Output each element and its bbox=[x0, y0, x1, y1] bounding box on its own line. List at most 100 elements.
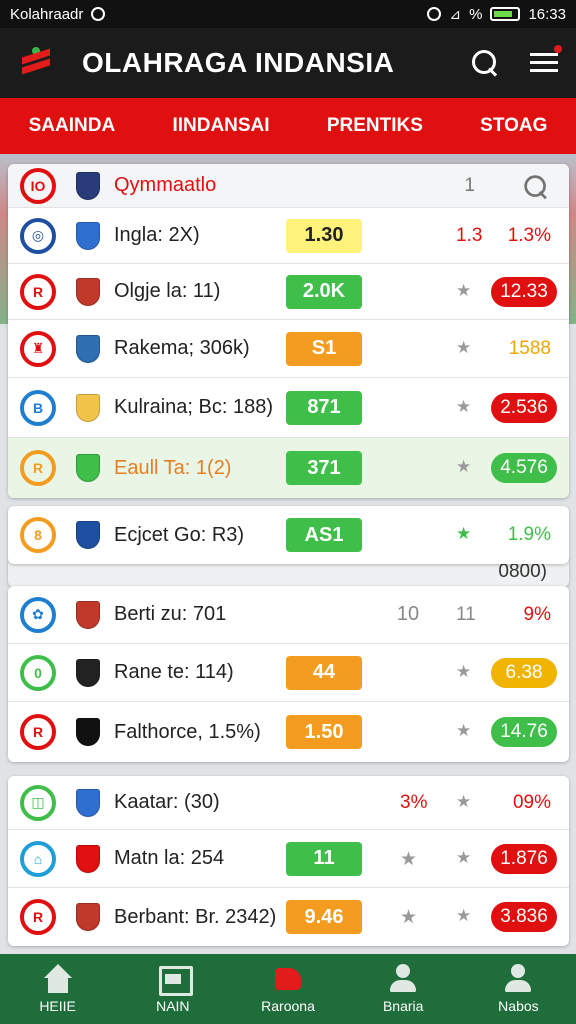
odds-button[interactable]: AS1 bbox=[286, 518, 362, 552]
percentage-value: 4.576 bbox=[491, 453, 557, 483]
club-crest-icon bbox=[76, 171, 100, 200]
team-badge-icon: IO bbox=[20, 167, 56, 204]
odds-button[interactable]: 10 bbox=[386, 598, 430, 632]
match-row[interactable]: 0 Rane te: 114) 44 ★ 6.38 bbox=[8, 644, 569, 702]
odds-button[interactable]: 11 bbox=[286, 841, 362, 876]
app-bar: OLAHRAGA INDANSIA bbox=[0, 28, 576, 98]
nav-scores[interactable]: NAIN bbox=[115, 954, 230, 1024]
nav-label: HEIIE bbox=[39, 998, 76, 1014]
match-row[interactable]: ⌂ Matn la: 254 11 ★ ★ 1.876 bbox=[8, 830, 569, 888]
odds-button[interactable]: 1.50 bbox=[286, 715, 362, 749]
favorite-icon[interactable]: ★ bbox=[456, 906, 471, 926]
match-row[interactable]: R Falthorce, 1.5%) 1.50 ★ 14.76 bbox=[8, 702, 569, 762]
team-badge-icon: ♜ bbox=[20, 330, 56, 367]
nav-label: Bnaria bbox=[382, 998, 424, 1014]
odds-button[interactable]: 1.30 bbox=[286, 218, 362, 253]
account-icon bbox=[501, 964, 535, 994]
match-row[interactable]: ◫ Kaatar: (30) 3% ★ 09% bbox=[8, 776, 569, 830]
favorite-icon[interactable]: ★ bbox=[456, 662, 471, 682]
odds-button[interactable]: 871 bbox=[286, 390, 362, 425]
menu-icon[interactable] bbox=[530, 45, 562, 75]
favorite-icon[interactable]: ★ bbox=[456, 721, 471, 741]
match-row[interactable]: B Kulraina; Bc: 188) 871 ★ 2.536 bbox=[8, 378, 569, 438]
team-badge-icon: ◎ bbox=[20, 217, 56, 254]
percentage-value: 2.536 bbox=[491, 392, 557, 423]
favorite-icon[interactable]: ★ bbox=[456, 792, 471, 812]
club-crest-icon bbox=[76, 334, 100, 363]
percentage-value: 12.33 bbox=[491, 276, 557, 307]
search-icon[interactable] bbox=[524, 175, 547, 198]
match-card: ✿ Berti zu: 701 10 11 9% 0 Rane te: 114) 44 ★ 6.3… bbox=[8, 586, 569, 762]
team-name: Qymmaatlo bbox=[114, 174, 217, 196]
tab-stoag[interactable]: STOAG bbox=[480, 115, 547, 137]
team-name: Berti zu: 701 bbox=[114, 603, 227, 625]
nav-account[interactable]: Nabos bbox=[461, 954, 576, 1024]
team-name: Rakema; 306k) bbox=[114, 337, 250, 359]
percentage-value: 3.836 bbox=[491, 902, 557, 932]
team-badge-icon: ◫ bbox=[20, 784, 56, 821]
notification-dot bbox=[554, 45, 562, 53]
odds-button[interactable]: 371 bbox=[286, 451, 362, 485]
team-badge-icon: 0 bbox=[20, 654, 56, 691]
bottom-navigation: HEIIE NAIN Raroona Bnaria Nabos bbox=[0, 954, 576, 1024]
team-name: Kaatar: (30) bbox=[114, 791, 220, 813]
match-card: 8 Ecjcet Go: R3) AS1 ★ 1.9% bbox=[8, 506, 569, 564]
team-name: Ingla: 2X) bbox=[114, 224, 200, 246]
favorite-icon[interactable]: ★ bbox=[456, 338, 471, 358]
tab-prentiks[interactable]: PRENTIKS bbox=[327, 115, 423, 137]
team-badge-icon: 8 bbox=[20, 517, 56, 553]
match-card: IO Qymmaatlo 1 ◎ Ingla: 2X) 1.30 1.3 1.3% R Olgje… bbox=[8, 164, 569, 498]
odds-button[interactable]: 2.0K bbox=[286, 274, 362, 309]
app-logo-icon bbox=[18, 45, 54, 81]
team-name: Kulraina; Bc: 188) bbox=[114, 396, 273, 418]
team-name: Rane te: 114) bbox=[114, 661, 234, 683]
odds-button[interactable]: 44 bbox=[286, 655, 362, 690]
nav-teams[interactable]: Raroona bbox=[230, 954, 345, 1024]
match-row[interactable]: R Berbant: Br. 2342) 9.46 ★ ★ 3.836 bbox=[8, 888, 569, 946]
match-row[interactable]: R Eaull Ta: 1(2) 371 ★ 4.576 bbox=[8, 438, 569, 498]
status-app-text: Kolahraadr bbox=[10, 5, 84, 23]
nav-profile[interactable]: Bnaria bbox=[346, 954, 461, 1024]
percentage-value: 1.3% bbox=[507, 224, 551, 246]
jersey-icon bbox=[271, 964, 305, 994]
match-row[interactable]: ◎ Ingla: 2X) 1.30 1.3 1.3% bbox=[8, 208, 569, 264]
team-badge-icon: R bbox=[20, 899, 56, 935]
team-badge-icon: ⌂ bbox=[20, 840, 56, 877]
odds-button[interactable]: 9.46 bbox=[286, 900, 362, 934]
club-crest-icon bbox=[76, 277, 100, 306]
club-crest-icon bbox=[76, 221, 100, 250]
percentage-value: 1.876 bbox=[491, 843, 557, 874]
favorite-icon[interactable]: ★ bbox=[456, 524, 471, 544]
match-row[interactable]: 8 Ecjcet Go: R3) AS1 ★ 1.9% bbox=[8, 506, 569, 564]
percentage-value: 6.38 bbox=[491, 657, 557, 688]
match-row[interactable]: R Olgje la: 11) 2.0K ★ 12.33 bbox=[8, 264, 569, 320]
tab-iindansai[interactable]: IINDANSAI bbox=[172, 115, 269, 137]
scoreboard-icon bbox=[156, 964, 193, 996]
match-row[interactable]: IO Qymmaatlo 1 bbox=[8, 164, 569, 208]
club-crest-icon bbox=[76, 844, 100, 873]
search-icon[interactable] bbox=[472, 50, 498, 76]
favorite-icon[interactable]: ★ bbox=[456, 397, 471, 417]
percentage-value: 14.76 bbox=[491, 717, 557, 747]
percentage-value: 9% bbox=[523, 603, 551, 625]
favorite-icon[interactable]: ★ bbox=[456, 848, 471, 868]
market-value: 11 bbox=[456, 603, 476, 625]
odds-button[interactable]: S1 bbox=[286, 331, 362, 366]
team-name: Berbant: Br. 2342) bbox=[114, 905, 277, 928]
nav-label: NAIN bbox=[156, 998, 190, 1014]
favorite-icon[interactable]: ★ bbox=[456, 457, 471, 477]
favorite-icon[interactable]: ★ bbox=[400, 906, 417, 929]
match-row[interactable]: ✿ Berti zu: 701 10 11 9% bbox=[8, 586, 569, 644]
nav-home[interactable]: HEIIE bbox=[0, 954, 115, 1024]
tab-saainda[interactable]: SAAINDA bbox=[29, 115, 116, 137]
favorite-icon[interactable]: ★ bbox=[456, 281, 471, 301]
match-row[interactable]: ♜ Rakema; 306k) S1 ★ 1588 bbox=[8, 320, 569, 378]
home-icon bbox=[41, 964, 75, 994]
alarm-icon bbox=[427, 7, 442, 21]
club-crest-icon bbox=[76, 454, 100, 482]
match-card: ◫ Kaatar: (30) 3% ★ 09% ⌂ Matn la: 254 11 ★ ★ 1.87… bbox=[8, 776, 569, 946]
favorite-icon[interactable]: ★ bbox=[400, 848, 417, 871]
signal-icon: ⊿ bbox=[449, 5, 462, 22]
percentage-value: 1588 bbox=[508, 337, 551, 359]
nav-label: Nabos bbox=[498, 998, 539, 1014]
